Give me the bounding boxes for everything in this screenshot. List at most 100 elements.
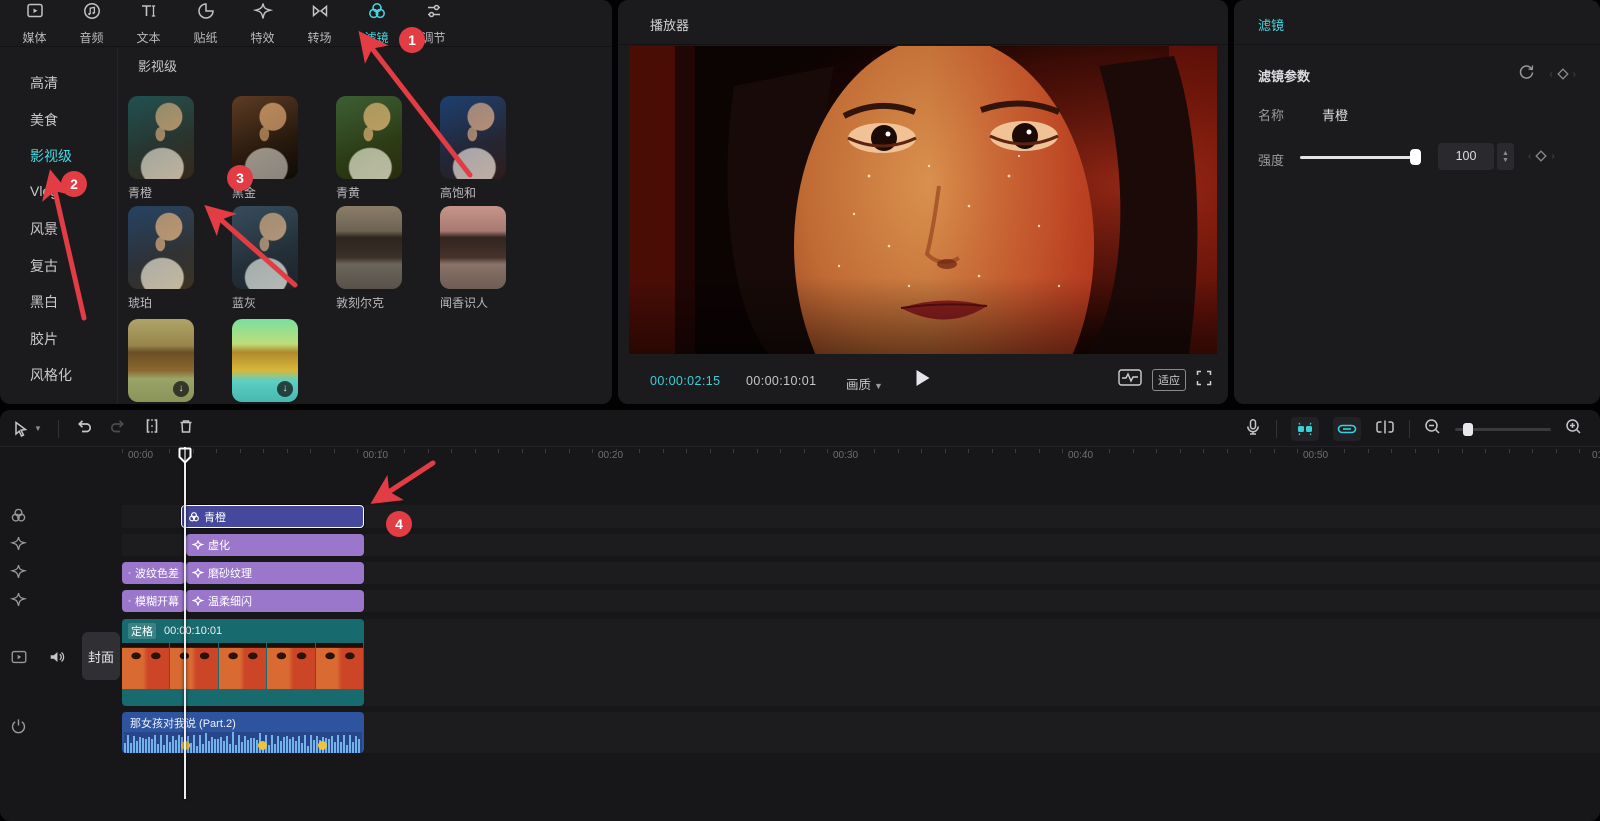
- inspector-tab-filter[interactable]: 滤镜: [1258, 15, 1284, 34]
- inspector-panel: 滤镜 滤镜参数 ‹›: [1234, 0, 1600, 404]
- waveform-toggle-icon[interactable]: [1118, 369, 1142, 391]
- filter-card-partial-1[interactable]: ↓: [128, 319, 194, 402]
- stepper-up-icon[interactable]: ▲: [1502, 150, 1509, 157]
- ruler-label: 00:30: [833, 450, 858, 461]
- tab-audio[interactable]: 音频: [63, 0, 120, 46]
- record-voiceover-button[interactable]: [1244, 418, 1262, 441]
- sidebar-item-vlog[interactable]: Vlog: [30, 183, 117, 204]
- beat-marker[interactable]: [258, 741, 267, 750]
- filter-thumbnail: [440, 206, 506, 289]
- cursor-icon: [12, 420, 30, 438]
- tab-label: 调节: [421, 29, 445, 46]
- sidebar-item-scenery[interactable]: 风景: [30, 219, 117, 240]
- sidebar-item-hd[interactable]: 高清: [30, 73, 117, 94]
- player-title: 播放器: [650, 15, 689, 34]
- auto-snap-toggle[interactable]: [1291, 417, 1319, 441]
- cover-button[interactable]: 封面: [82, 632, 120, 680]
- zoom-out-button[interactable]: [1424, 418, 1441, 440]
- effect-track-icon: [10, 591, 27, 613]
- strength-stepper[interactable]: ▲▼: [1497, 143, 1514, 170]
- timeline-zoom-slider[interactable]: [1455, 428, 1551, 431]
- strength-keyframe-control[interactable]: ‹›: [1528, 150, 1555, 162]
- video-preview[interactable]: [629, 46, 1217, 354]
- strength-slider-handle[interactable]: [1410, 149, 1421, 165]
- sidebar-item-stylized[interactable]: 风格化: [30, 365, 117, 386]
- timeline-clip-effect-ripple[interactable]: 波纹色差: [122, 562, 185, 584]
- split-button[interactable]: [143, 417, 161, 440]
- fit-button[interactable]: 适应: [1152, 369, 1186, 391]
- timeline-clip-effect-frosted[interactable]: 磨砂纹理: [186, 562, 364, 584]
- ruler-label: 00:40: [1068, 450, 1093, 461]
- download-icon: ↓: [277, 381, 293, 397]
- sidebar-item-food[interactable]: 美食: [30, 110, 117, 131]
- beat-marker[interactable]: [318, 741, 327, 750]
- tab-text[interactable]: 文本: [120, 0, 177, 46]
- timeline-clip-effect-blur[interactable]: 虚化: [186, 534, 364, 556]
- mute-original-icon[interactable]: [10, 718, 27, 740]
- filter-thumbnail: [336, 96, 402, 179]
- timeline-clip-filter-qingcheng[interactable]: 青橙: [181, 505, 364, 528]
- effects-star-icon: [192, 567, 204, 579]
- effects-star-icon: [128, 595, 131, 607]
- name-label: 名称: [1258, 105, 1284, 124]
- playhead-handle[interactable]: [178, 447, 192, 469]
- undo-button[interactable]: [75, 417, 93, 440]
- play-button[interactable]: [917, 370, 930, 386]
- effect-track-icon: [10, 563, 27, 585]
- linkage-toggle[interactable]: [1333, 417, 1361, 441]
- fullscreen-icon[interactable]: [1196, 370, 1212, 391]
- filter-thumbnail: [440, 96, 506, 179]
- reset-icon[interactable]: [1518, 63, 1535, 85]
- filter-card-qinghuang[interactable]: 青黄: [336, 96, 402, 201]
- sticker-icon: [196, 1, 216, 26]
- select-tool[interactable]: ▼: [12, 420, 42, 438]
- strength-label: 强度: [1258, 150, 1284, 169]
- clip-label: 虚化: [208, 537, 230, 553]
- sidebar-item-bw[interactable]: 黑白: [30, 292, 117, 313]
- chevron-right-icon: ›: [1573, 69, 1576, 80]
- video-track-icon[interactable]: [10, 648, 28, 671]
- strength-slider-track[interactable]: [1300, 156, 1418, 159]
- filter-name: 闻香识人: [440, 294, 506, 311]
- strength-value-input[interactable]: 100: [1438, 143, 1494, 170]
- tab-adjust[interactable]: 调节: [405, 0, 462, 46]
- filter-card-hupo[interactable]: 琥珀: [128, 206, 194, 311]
- tab-media[interactable]: 媒体: [6, 0, 63, 46]
- stepper-down-icon[interactable]: ▼: [1502, 157, 1509, 164]
- timeline-clip-audio[interactable]: 那女孩对我说 (Part.2): [122, 712, 364, 753]
- timeline-ruler[interactable]: 00:00 00:10 00:20 00:30 00:40 00:50 01:0…: [0, 446, 1600, 464]
- filter-card-partial-2[interactable]: ↓: [232, 319, 298, 402]
- timeline-clip-effect-blur-open[interactable]: 模糊开幕: [122, 590, 185, 612]
- quality-dropdown[interactable]: 画质▼: [846, 374, 883, 393]
- clip-label: 温柔细闪: [208, 593, 252, 609]
- timeline-clip-video[interactable]: 定格 00:00:10:01: [122, 619, 364, 706]
- redo-button[interactable]: [109, 417, 127, 440]
- frame-thumbnail: [267, 643, 314, 689]
- sidebar-item-retro[interactable]: 复古: [30, 256, 117, 277]
- sidebar-item-cinematic[interactable]: 影视级: [30, 146, 117, 167]
- track-audio-toggle-icon[interactable]: [48, 648, 66, 671]
- tab-effects[interactable]: 特效: [234, 0, 291, 46]
- filter-name: 青橙: [128, 184, 194, 201]
- filter-card-dunkirk[interactable]: 敦刻尔克: [336, 206, 402, 311]
- filter-card-lanhui[interactable]: 蓝灰: [232, 206, 298, 311]
- filter-card-gaobaohe[interactable]: 高饱和: [440, 96, 506, 201]
- tab-label: 滤镜: [364, 29, 388, 46]
- tab-sticker[interactable]: 贴纸: [177, 0, 234, 46]
- playhead-line[interactable]: [184, 447, 186, 799]
- filter-card-scent[interactable]: 闻香识人: [440, 206, 506, 311]
- chevron-left-icon: ‹: [1528, 151, 1531, 162]
- current-time: 00:00:02:15: [650, 374, 720, 388]
- filter-card-qingcheng[interactable]: 青橙: [128, 96, 194, 201]
- keyframe-control[interactable]: ‹›: [1549, 68, 1576, 80]
- delete-button[interactable]: [177, 417, 195, 440]
- sidebar-item-film[interactable]: 胶片: [30, 329, 117, 350]
- tab-transition[interactable]: 转场: [291, 0, 348, 46]
- zoom-in-button[interactable]: [1565, 418, 1582, 440]
- tab-filter[interactable]: 滤镜: [348, 0, 405, 46]
- timeline-clip-effect-soft-glitter[interactable]: 温柔细闪: [186, 590, 364, 612]
- tab-label: 特效: [250, 29, 274, 46]
- preview-axis-toggle[interactable]: [1375, 419, 1395, 440]
- zoom-slider-handle[interactable]: [1463, 423, 1473, 436]
- filter-card-heijin[interactable]: 黑金: [232, 96, 298, 201]
